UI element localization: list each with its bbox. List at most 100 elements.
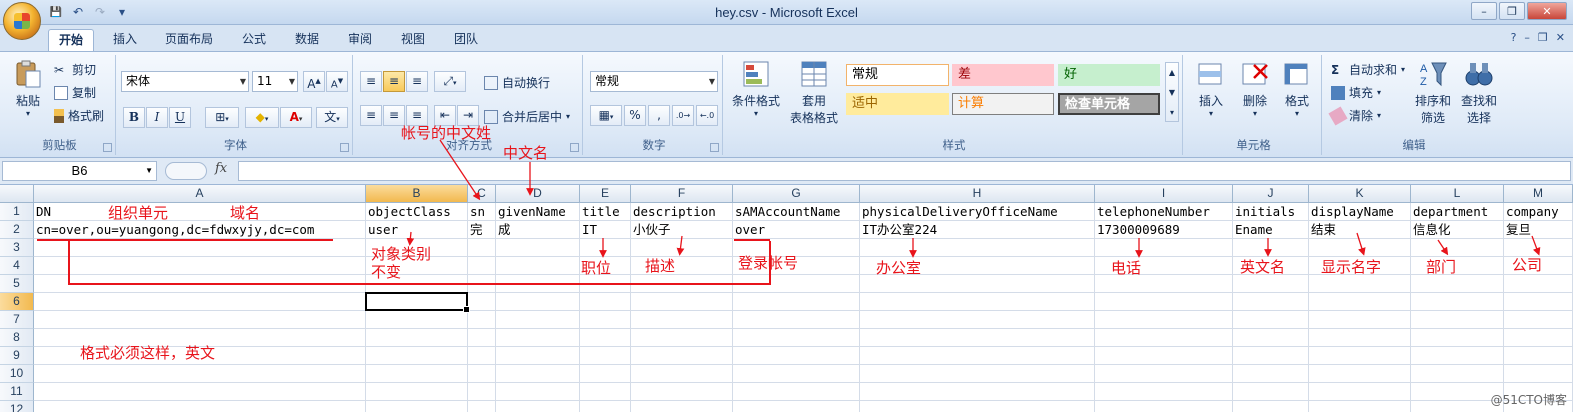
column-header-J[interactable]: J [1233, 185, 1309, 203]
column-header-I[interactable]: I [1095, 185, 1233, 203]
column-header-H[interactable]: H [860, 185, 1095, 203]
cell-style-2[interactable]: 好 [1058, 64, 1160, 86]
column-header-D[interactable]: D [496, 185, 580, 203]
align-left-button[interactable]: ≡ [360, 105, 382, 126]
column-header-B[interactable]: B [366, 185, 468, 203]
alignment-launcher-icon[interactable] [570, 143, 579, 152]
decrease-decimal-button[interactable]: ←.0 [696, 105, 718, 126]
row-header-9[interactable]: 9 [0, 347, 34, 365]
cell-G1[interactable]: sAMAccountName [733, 203, 840, 221]
fill-button[interactable]: 填充 ▾ [1331, 84, 1381, 101]
format-painter-button[interactable]: 格式刷 [54, 107, 104, 124]
cell-I1[interactable]: telephoneNumber [1095, 203, 1210, 221]
wrap-text-button[interactable]: 自动换行 [484, 74, 550, 91]
phonetic-button[interactable]: 文▾ [316, 107, 348, 128]
cell-style-0[interactable]: 常规 [846, 64, 949, 86]
cell-style-3[interactable]: 适中 [846, 93, 949, 115]
cell-F1[interactable]: description [631, 203, 716, 221]
accounting-format-button[interactable]: ▦▾ [590, 105, 622, 126]
row-header-4[interactable]: 4 [0, 257, 34, 275]
active-cell-selection[interactable] [365, 292, 470, 313]
cell-C2[interactable]: 完 [468, 221, 483, 239]
formula-input[interactable] [238, 161, 1571, 181]
cell-G2[interactable]: over [733, 221, 765, 239]
grow-font-button[interactable]: A▲ [303, 71, 325, 92]
formula-bar-expand[interactable] [165, 162, 207, 180]
orientation-button[interactable]: ⤢▾ [434, 71, 466, 92]
column-header-G[interactable]: G [733, 185, 860, 203]
cell-H2[interactable]: IT办公室224 [860, 221, 937, 239]
column-header-A[interactable]: A [34, 185, 366, 203]
row-header-6[interactable]: 6 [0, 293, 34, 311]
tab-data[interactable]: 数据 [285, 29, 329, 51]
styles-scroll-button[interactable]: ▲ ▼ ▾ [1165, 62, 1179, 122]
cell-B1[interactable]: objectClass [366, 203, 451, 221]
row-header-11[interactable]: 11 [0, 383, 34, 401]
row-header-1[interactable]: 1 [0, 203, 34, 221]
tab-home[interactable]: 开始 [48, 29, 95, 51]
office-button[interactable] [3, 2, 41, 40]
cell-B2[interactable]: user [366, 221, 398, 239]
clear-button[interactable]: 清除 ▾ [1328, 105, 1381, 126]
underline-button[interactable]: U [169, 107, 191, 128]
merge-center-button[interactable]: 合并后居中 ▾ [484, 108, 570, 125]
font-name-select[interactable]: 宋体 ▼ [121, 71, 249, 92]
row-header-10[interactable]: 10 [0, 365, 34, 383]
minimize-icon[interactable]: – [1471, 2, 1497, 20]
italic-button[interactable]: I [146, 107, 168, 128]
mini-minimize-icon[interactable]: – [1524, 31, 1530, 44]
cell-J2[interactable]: Ename [1233, 221, 1273, 239]
column-header-K[interactable]: K [1309, 185, 1411, 203]
cell-M2[interactable]: 复旦 [1504, 221, 1531, 239]
format-cells-button[interactable]: 格式 ▾ [1276, 59, 1318, 118]
tab-formulas[interactable]: 公式 [232, 29, 276, 51]
number-launcher-icon[interactable] [710, 143, 719, 152]
cell-H1[interactable]: physicalDeliveryOfficeName [860, 203, 1058, 221]
conditional-format-button[interactable]: 条件格式 ▾ [728, 59, 784, 118]
column-header-L[interactable]: L [1411, 185, 1504, 203]
column-header-F[interactable]: F [631, 185, 733, 203]
tab-review[interactable]: 审阅 [338, 29, 382, 51]
cell-I2[interactable]: 17300009689 [1095, 221, 1180, 239]
increase-decimal-button[interactable]: .0→ [672, 105, 694, 126]
cell-D1[interactable]: givenName [496, 203, 566, 221]
copy-button[interactable]: 复制 [54, 84, 96, 101]
borders-button[interactable]: ⊞▾ [205, 107, 239, 128]
insert-cells-button[interactable]: 插入 ▾ [1190, 59, 1232, 118]
column-header-M[interactable]: M [1504, 185, 1573, 203]
align-bottom-button[interactable]: ≡ [406, 71, 428, 92]
tab-view[interactable]: 视图 [391, 29, 435, 51]
cell-E1[interactable]: title [580, 203, 620, 221]
cell-style-1[interactable]: 差 [952, 64, 1054, 86]
column-header-E[interactable]: E [580, 185, 631, 203]
delete-cells-button[interactable]: 删除 ▾ [1234, 59, 1276, 118]
select-all-corner[interactable] [0, 185, 34, 203]
find-select-button[interactable]: 查找和 选择 [1457, 59, 1501, 126]
cut-button[interactable]: ✂ 剪切 [54, 61, 96, 78]
cell-E2[interactable]: IT [580, 221, 597, 239]
cell-C1[interactable]: sn [468, 203, 485, 221]
shrink-font-button[interactable]: A▼ [326, 71, 348, 92]
comma-button[interactable]: , [648, 105, 670, 126]
cell-L1[interactable]: department [1411, 203, 1488, 221]
column-header-C[interactable]: C [468, 185, 496, 203]
cell-D2[interactable]: 成 [496, 221, 511, 239]
number-format-select[interactable]: 常规 ▼ [590, 71, 718, 92]
font-size-select[interactable]: 11 ▼ [252, 71, 298, 92]
font-launcher-icon[interactable] [340, 143, 349, 152]
align-middle-button[interactable]: ≡ [383, 71, 405, 92]
cell-L2[interactable]: 信息化 [1411, 221, 1451, 239]
clipboard-launcher-icon[interactable] [103, 143, 112, 152]
font-color-button[interactable]: A▾ [280, 107, 312, 128]
autosum-button[interactable]: Σ 自动求和 ▾ [1331, 61, 1405, 78]
cell-A2[interactable]: cn=over,ou=yuangong,dc=fdwxyjy,dc=com [34, 221, 314, 239]
tab-insert[interactable]: 插入 [103, 29, 147, 51]
row-header-2[interactable]: 2 [0, 221, 34, 239]
format-as-table-button[interactable]: 套用 表格格式 [784, 59, 844, 126]
cell-style-4[interactable]: 计算 [952, 93, 1054, 115]
mini-restore-icon[interactable]: ❐ [1538, 31, 1548, 44]
mini-close-icon[interactable]: ✕ [1556, 31, 1565, 44]
close-icon[interactable]: ✕ [1527, 2, 1567, 20]
tab-page-layout[interactable]: 页面布局 [155, 29, 223, 51]
row-header-5[interactable]: 5 [0, 275, 34, 293]
